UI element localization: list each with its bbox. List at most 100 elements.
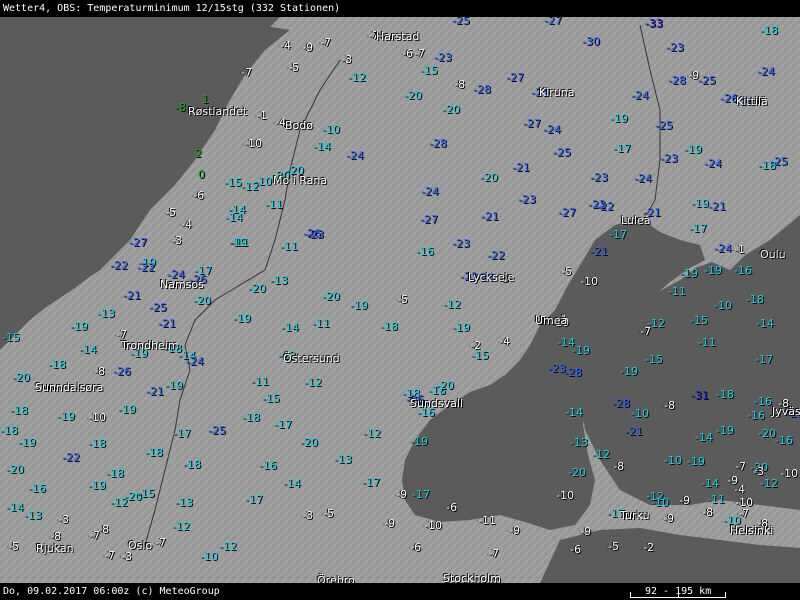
- temperature-observation: -6: [193, 189, 204, 202]
- temperature-observation: -22: [487, 249, 505, 262]
- temperature-observation: -28: [564, 366, 582, 379]
- temperature-observation: -23: [434, 51, 452, 64]
- temperature-observation: -14: [225, 211, 243, 224]
- temperature-observation: -21: [481, 210, 499, 223]
- temperature-observation: -9: [509, 524, 520, 537]
- temperature-observation: -14: [565, 406, 583, 419]
- temperature-observation: -19: [18, 436, 36, 449]
- city-label: Kiruna: [539, 86, 575, 99]
- city-label: Kittilä: [736, 95, 768, 108]
- temperature-observation: -20: [300, 436, 318, 449]
- map-title: Wetter4, OBS: Temperaturminimum 12/15stg…: [3, 3, 341, 14]
- temperature-observation: -15: [471, 349, 489, 362]
- temperature-observation: -19: [680, 267, 698, 280]
- temperature-observation: -5: [165, 206, 176, 219]
- scale-tick-left: [630, 592, 631, 598]
- temperature-observation: -11: [478, 514, 496, 527]
- temperature-observation: -8: [175, 101, 186, 114]
- temperature-observation: -22: [596, 200, 614, 213]
- temperature-observation: -25: [655, 119, 673, 132]
- temperature-observation: -10: [651, 496, 669, 509]
- temperature-observation: -19: [410, 435, 428, 448]
- temperature-observation: -12: [304, 376, 322, 389]
- temperature-observation: -7: [414, 47, 425, 60]
- city-label: Umeå: [535, 314, 568, 327]
- temperature-observation: -11: [231, 236, 249, 249]
- temperature-observation: -18: [746, 293, 764, 306]
- temperature-observation: -21: [590, 245, 608, 258]
- temperature-observation: -7: [155, 536, 166, 549]
- temperature-observation: -8: [50, 530, 61, 543]
- temperature-observation: -12: [110, 496, 128, 509]
- temperature-observation: -10: [714, 299, 732, 312]
- temperature-observation: -19: [610, 112, 628, 125]
- temperature-observation: -1: [256, 109, 267, 122]
- temperature-observation: -27: [420, 213, 438, 226]
- city-label: Harstad: [376, 30, 420, 43]
- temperature-observation: -23: [306, 228, 324, 241]
- temperature-observation: -20: [480, 171, 498, 184]
- temperature-observation: -17: [362, 476, 380, 489]
- temperature-observation: -19: [716, 424, 734, 437]
- temperature-observation: -21: [123, 289, 141, 302]
- temperature-observation: -25: [149, 301, 167, 314]
- temperature-observation: -28: [668, 74, 686, 87]
- temperature-observation: -16: [259, 459, 277, 472]
- temperature-observation: -9: [580, 525, 591, 538]
- temperature-observation: -11: [280, 240, 298, 253]
- temperature-observation: -15: [262, 392, 280, 405]
- temperature-observation: -22: [62, 451, 80, 464]
- temperature-observation: -20: [442, 103, 460, 116]
- temperature-observation: -10: [631, 407, 649, 420]
- temperature-observation: -8: [94, 365, 105, 378]
- temperature-observation: -19: [57, 410, 75, 423]
- temperature-observation: 1: [202, 93, 209, 106]
- temperature-observation: -14: [701, 477, 719, 490]
- temperature-observation: -14: [281, 321, 299, 334]
- temperature-observation: -24: [757, 65, 775, 78]
- temperature-observation: -15: [420, 64, 438, 77]
- temperature-observation: -7: [89, 529, 100, 542]
- temperature-observation: -19: [620, 365, 638, 378]
- temperature-observation: -13: [24, 509, 42, 522]
- temperature-observation: -10: [424, 519, 442, 532]
- temperature-observation: -11: [707, 493, 725, 506]
- temperature-observation: -14: [313, 140, 331, 153]
- temperature-observation: -10: [322, 123, 340, 136]
- temperature-observation: -20: [758, 427, 776, 440]
- temperature-observation: -6: [402, 47, 413, 60]
- temperature-observation: -4: [499, 335, 510, 348]
- temperature-observation: -6: [570, 543, 581, 556]
- temperature-observation: -14: [6, 501, 24, 514]
- temperature-observation: -12: [443, 298, 461, 311]
- timestamp: Do, 09.02.2017 06:00z (c) MeteoGroup: [3, 586, 220, 597]
- temperature-observation: -4: [734, 483, 745, 496]
- temperature-observation: -18: [380, 320, 398, 333]
- temperature-observation: -16: [28, 482, 46, 495]
- temperature-observation: -24: [634, 172, 652, 185]
- temperature-observation: -19: [233, 312, 251, 325]
- temperature-observation: -17: [609, 228, 627, 241]
- city-label: Luleå: [621, 214, 651, 227]
- temperature-observation: -7: [320, 36, 331, 49]
- temperature-observation: -13: [334, 453, 352, 466]
- temperature-observation: -24: [346, 149, 364, 162]
- temperature-observation: -9: [396, 488, 407, 501]
- temperature-observation: -15: [224, 176, 242, 189]
- temperature-observation: -21: [158, 317, 176, 330]
- temperature-observation: -18: [10, 404, 28, 417]
- city-label: Røstlandet: [188, 105, 248, 118]
- temperature-observation: -9: [302, 41, 313, 54]
- temperature-observation: -22: [110, 259, 128, 272]
- temperature-observation: -5: [397, 293, 408, 306]
- temperature-observation: -6: [446, 501, 457, 514]
- temperature-observation: -5: [561, 265, 572, 278]
- scale-tick-mid: [678, 592, 679, 598]
- temperature-observation: -18: [106, 467, 124, 480]
- temperature-observation: -18: [760, 24, 778, 37]
- temperature-observation: -21: [512, 161, 530, 174]
- temperature-observation: -20: [568, 466, 586, 479]
- city-label: Bodø: [285, 119, 313, 132]
- temperature-observation: -24: [714, 242, 732, 255]
- temperature-observation: -16: [734, 264, 752, 277]
